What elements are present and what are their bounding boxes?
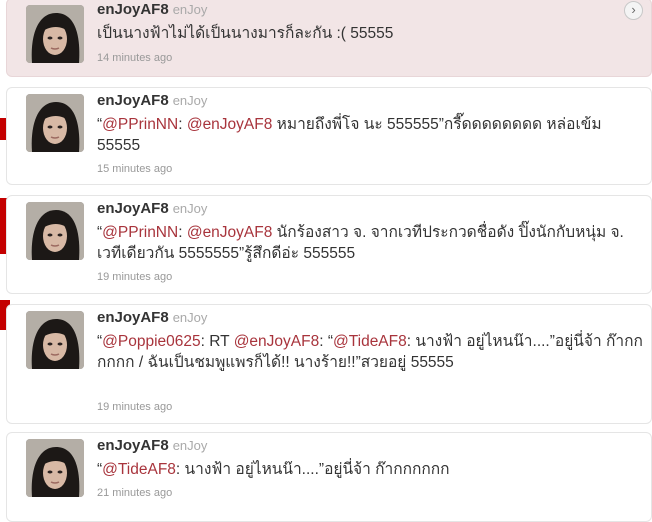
avatar[interactable] <box>26 5 84 63</box>
tweet-text-segment: เป็นนางฟ้าไม่ได้เป็นนางมารก็ละกัน :( 555… <box>97 25 394 42</box>
full-name: enJoy <box>172 2 208 17</box>
tweet-text: “@PPrinNN: @enJoyAF8 นักร้องสาว จ. จากเว… <box>97 222 645 264</box>
tweet-item[interactable]: enJoyAF8 enJoy “@PPrinNN: @enJoyAF8 หมายถ… <box>6 87 652 185</box>
screen-name[interactable]: enJoyAF8 <box>97 92 169 109</box>
tweet-timestamp[interactable]: 19 minutes ago <box>97 271 172 283</box>
tweet-text: “@TideAF8: นางฟ้า อยู่ไหนน๊า....”อยู่นี่… <box>97 459 645 480</box>
screen-name[interactable]: enJoyAF8 <box>97 309 169 326</box>
tweet-text: เป็นนางฟ้าไม่ได้เป็นนางมารก็ละกัน :( 555… <box>97 23 645 44</box>
avatar[interactable] <box>26 439 84 497</box>
tweet-timestamp[interactable]: 21 minutes ago <box>97 487 172 499</box>
mention-link[interactable]: @PPrinNN <box>102 116 178 133</box>
mention-link[interactable]: @enJoyAF8 <box>187 224 273 241</box>
tweet-item[interactable]: enJoyAF8 enJoy “@Poppie0625: RT @enJoyAF8… <box>6 304 652 424</box>
avatar[interactable] <box>26 311 84 369</box>
screen-name[interactable]: enJoyAF8 <box>97 200 169 217</box>
screen-name[interactable]: enJoyAF8 <box>97 1 169 18</box>
tweet-item[interactable]: enJoyAF8 enJoy “@TideAF8: นางฟ้า อยู่ไหนน… <box>6 432 652 522</box>
tweet-text-segment: : RT <box>200 333 234 350</box>
tweet-timestamp[interactable]: 15 minutes ago <box>97 163 172 175</box>
tweet-text: “@Poppie0625: RT @enJoyAF8: “@TideAF8: น… <box>97 331 645 373</box>
full-name: enJoy <box>172 438 208 453</box>
tweet-item[interactable]: enJoyAF8 enJoy เป็นนางฟ้าไม่ได้เป็นนางมาร… <box>6 0 652 77</box>
full-name: enJoy <box>172 310 208 325</box>
tweet-text-segment: : “ <box>319 333 333 350</box>
mention-link[interactable]: @TideAF8 <box>333 333 407 350</box>
full-name: enJoy <box>172 93 208 108</box>
mention-link[interactable]: @TideAF8 <box>102 461 176 478</box>
tweet-timestamp[interactable]: 19 minutes ago <box>97 401 172 413</box>
mention-link[interactable]: @enJoyAF8 <box>234 333 320 350</box>
chevron-right-icon[interactable]: › <box>624 1 643 20</box>
tweet-text-segment: : นางฟ้า อยู่ไหนน๊า....”อยู่นี่จ้า ก๊ากก… <box>175 461 450 478</box>
mention-link[interactable]: @PPrinNN <box>102 224 178 241</box>
screen-name[interactable]: enJoyAF8 <box>97 437 169 454</box>
tweet-item[interactable]: enJoyAF8 enJoy “@PPrinNN: @enJoyAF8 นักร้… <box>6 195 652 294</box>
tweet-text-segment: : <box>178 116 187 133</box>
tweet-text: “@PPrinNN: @enJoyAF8 หมายถึงพี่โจ นะ 555… <box>97 114 645 156</box>
tweet-timestamp[interactable]: 14 minutes ago <box>97 52 172 64</box>
avatar[interactable] <box>26 202 84 260</box>
avatar[interactable] <box>26 94 84 152</box>
full-name: enJoy <box>172 201 208 216</box>
tweet-timeline: enJoyAF8 enJoy เป็นนางฟ้าไม่ได้เป็นนางมาร… <box>6 0 652 522</box>
tweet-text-segment: : <box>178 224 187 241</box>
mention-link[interactable]: @enJoyAF8 <box>187 116 273 133</box>
mention-link[interactable]: @Poppie0625 <box>102 333 200 350</box>
